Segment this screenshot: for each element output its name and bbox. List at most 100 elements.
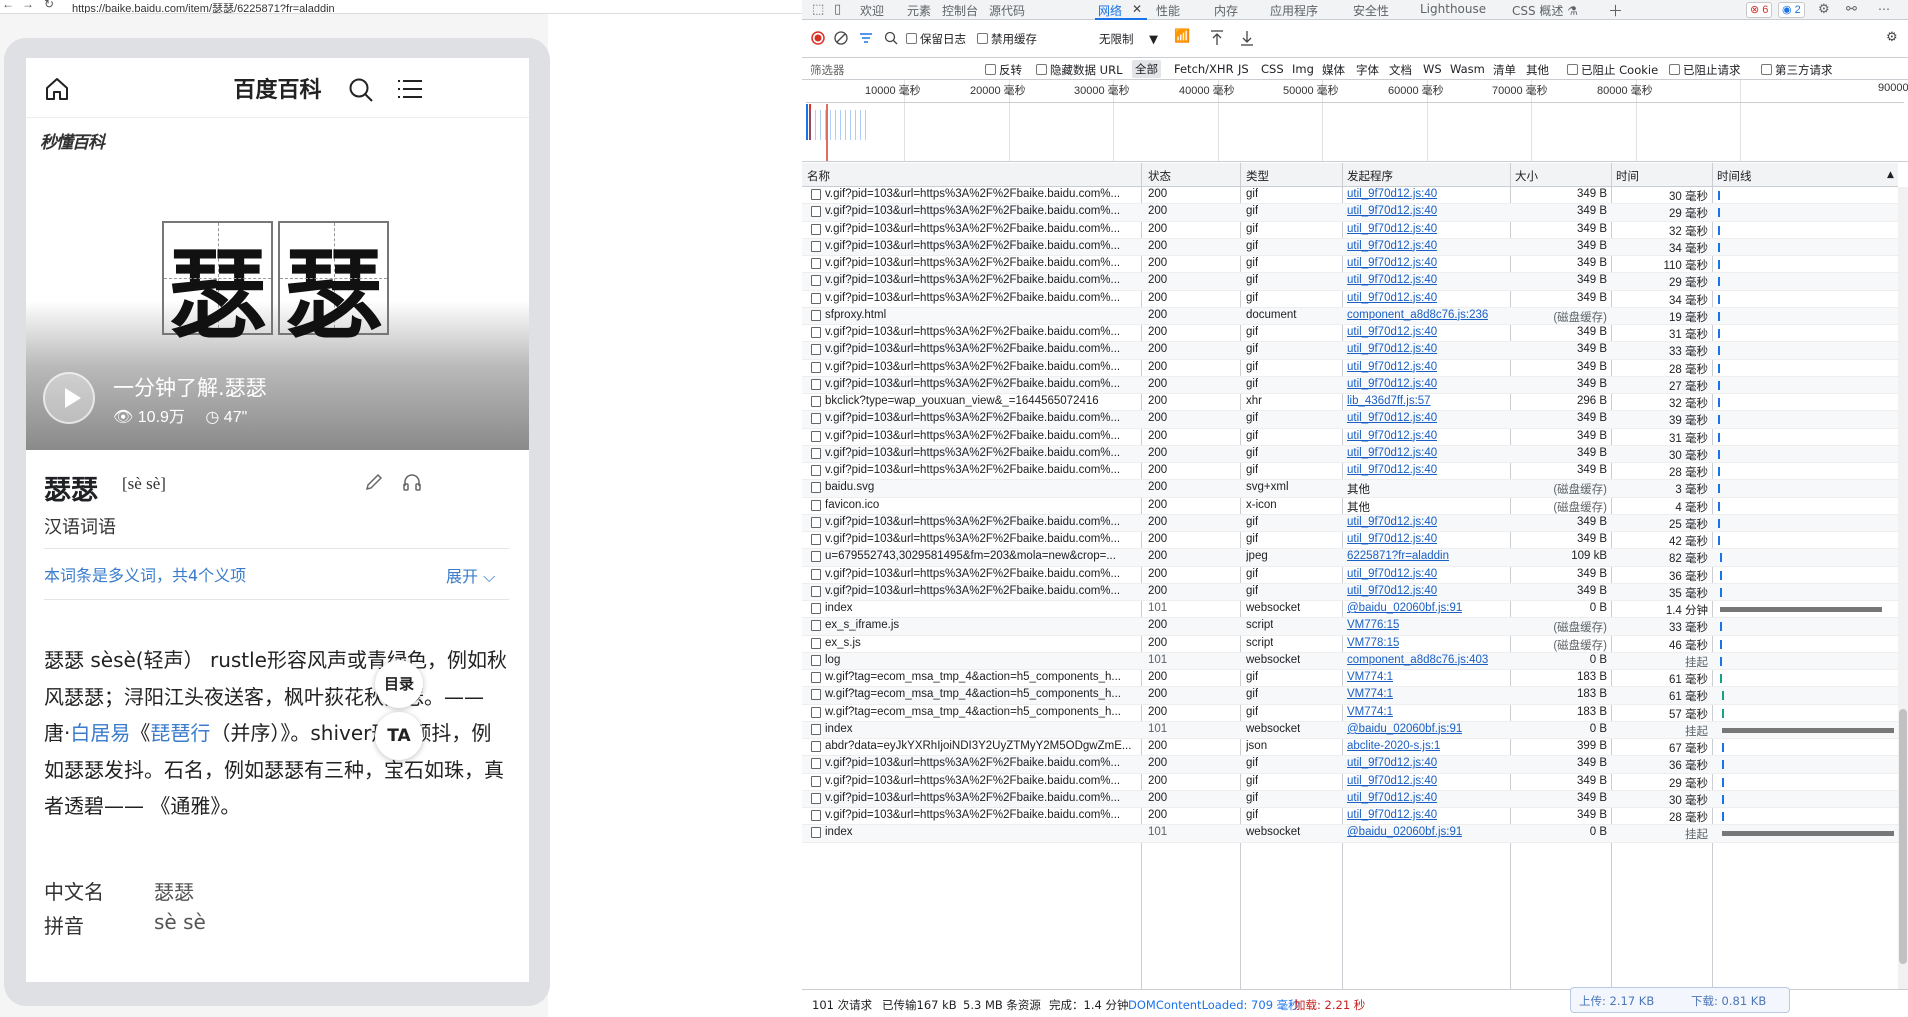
menu-icon[interactable]	[398, 79, 422, 99]
play-icon[interactable]	[43, 372, 95, 424]
preserve-log-checkbox[interactable]: 保留日志	[906, 31, 966, 47]
request-initiator[interactable]: util_9f70d12.js:40	[1347, 292, 1437, 304]
type-filter-all[interactable]: 全部	[1132, 60, 1161, 78]
table-row[interactable]: abdr?data=eyJkYXRhIjoiNDI3Y2UyZTMyY2M5OD…	[802, 739, 1898, 757]
tab-application[interactable]: 应用程序	[1270, 2, 1318, 19]
tab-performance[interactable]: 性能	[1156, 2, 1180, 19]
table-row[interactable]: index 101 websocket @baidu_02060bf.js:91 0 B…	[802, 601, 1898, 619]
table-row[interactable]: v.gif?pid=103&url=https%3A%2F%2Fbaike.ba…	[802, 808, 1898, 826]
blocked-requests-checkbox[interactable]: 已阻止请求	[1669, 62, 1741, 78]
message-badge[interactable]: ◉ 2	[1778, 2, 1805, 18]
timeline-overview[interactable]: 10000 毫秒 20000 毫秒 30000 毫秒 40000 毫秒 5000…	[802, 80, 1908, 162]
tab-welcome[interactable]: 欢迎	[860, 2, 884, 19]
table-row[interactable]: v.gif?pid=103&url=https%3A%2F%2Fbaike.ba…	[802, 445, 1898, 463]
type-filter-fetch-xhr[interactable]: Fetch/XHR	[1174, 62, 1234, 76]
export-har-icon[interactable]	[1240, 30, 1254, 46]
customize-icon[interactable]: ⚯	[1846, 2, 1857, 17]
tab-sources[interactable]: 源代码	[989, 2, 1025, 19]
request-initiator[interactable]: lib_436d7ff.js:57	[1347, 395, 1431, 407]
request-initiator[interactable]: util_9f70d12.js:40	[1347, 223, 1437, 235]
request-initiator[interactable]: util_9f70d12.js:40	[1347, 430, 1437, 442]
table-row[interactable]: bkclick?type=wap_youxuan_view&_=16445650…	[802, 394, 1898, 412]
third-party-checkbox[interactable]: 第三方请求	[1761, 62, 1833, 78]
column-header-time[interactable]: 时间	[1616, 168, 1639, 184]
request-initiator[interactable]: util_9f70d12.js:40	[1347, 447, 1437, 459]
reload-icon[interactable]: ↻	[44, 0, 54, 11]
table-row[interactable]: v.gif?pid=103&url=https%3A%2F%2Fbaike.ba…	[802, 187, 1898, 205]
type-filter-ws[interactable]: WS	[1423, 62, 1442, 76]
table-row[interactable]: ex_s_iframe.js 200 script VM776:15 (磁盘缓存) 33 …	[802, 618, 1898, 636]
tab-network[interactable]: 网络	[1098, 2, 1122, 19]
column-header-name[interactable]: 名称	[807, 168, 830, 184]
table-row[interactable]: v.gif?pid=103&url=https%3A%2F%2Fbaike.ba…	[802, 273, 1898, 291]
request-initiator[interactable]: VM774:1	[1347, 706, 1393, 718]
request-initiator[interactable]: util_9f70d12.js:40	[1347, 361, 1437, 373]
request-initiator[interactable]: util_9f70d12.js:40	[1347, 568, 1437, 580]
search-icon[interactable]	[348, 77, 374, 103]
request-initiator[interactable]: util_9f70d12.js:40	[1347, 757, 1437, 769]
request-initiator[interactable]: component_a8d8c76.js:403	[1347, 654, 1488, 666]
settings-icon[interactable]: ⚙	[1818, 2, 1830, 17]
tab-memory[interactable]: 内存	[1214, 2, 1238, 19]
tab-css-overview[interactable]: CSS 概述 ⚗	[1512, 2, 1578, 19]
link-baijuyi[interactable]: 白居易	[70, 721, 130, 745]
table-row[interactable]: v.gif?pid=103&url=https%3A%2F%2Fbaike.ba…	[802, 756, 1898, 774]
search-icon[interactable]	[884, 31, 898, 45]
add-tab-icon[interactable]: ＋	[1608, 0, 1623, 21]
table-row[interactable]: v.gif?pid=103&url=https%3A%2F%2Fbaike.ba…	[802, 222, 1898, 239]
request-initiator[interactable]: util_9f70d12.js:40	[1347, 274, 1437, 286]
type-filter-doc[interactable]: 文档	[1389, 62, 1412, 78]
table-row[interactable]: index 101 websocket @baidu_02060bf.js:91 0 B…	[802, 721, 1898, 739]
device-toolbar-icon[interactable]: ▯	[834, 2, 841, 17]
type-filter-js[interactable]: JS	[1238, 62, 1249, 76]
request-initiator[interactable]: util_9f70d12.js:40	[1347, 516, 1437, 528]
table-row[interactable]: u=679552743,3029581495&fm=203&mola=new&c…	[802, 549, 1898, 567]
request-initiator[interactable]: util_9f70d12.js:40	[1347, 343, 1437, 355]
column-header-type[interactable]: 类型	[1246, 168, 1269, 184]
tab-elements[interactable]: 元素	[907, 2, 931, 19]
table-row[interactable]: v.gif?pid=103&url=https%3A%2F%2Fbaike.ba…	[802, 360, 1898, 377]
table-row[interactable]: v.gif?pid=103&url=https%3A%2F%2Fbaike.ba…	[802, 514, 1898, 532]
table-row[interactable]: v.gif?pid=103&url=https%3A%2F%2Fbaike.ba…	[802, 376, 1898, 394]
tab-console[interactable]: 控制台	[942, 2, 978, 19]
filter-icon[interactable]	[859, 31, 873, 45]
sort-up-icon[interactable]: ▲	[1887, 170, 1894, 180]
blocked-cookies-checkbox[interactable]: 已阻止 Cookie	[1567, 62, 1658, 78]
request-initiator[interactable]: util_9f70d12.js:40	[1347, 792, 1437, 804]
table-row[interactable]: index 101 websocket @baidu_02060bf.js:91 0 B…	[802, 825, 1898, 843]
request-initiator[interactable]: util_9f70d12.js:40	[1347, 585, 1437, 597]
request-initiator[interactable]: util_9f70d12.js:40	[1347, 412, 1437, 424]
table-row[interactable]: v.gif?pid=103&url=https%3A%2F%2Fbaike.ba…	[802, 429, 1898, 446]
request-initiator[interactable]: @baidu_02060bf.js:91	[1347, 826, 1462, 838]
tab-security[interactable]: 安全性	[1353, 2, 1389, 19]
ta-button[interactable]: TA	[375, 712, 423, 760]
type-filter-wasm[interactable]: Wasm	[1450, 62, 1485, 76]
table-row[interactable]: w.gif?tag=ecom_msa_tmp_4&action=h5_compo…	[802, 687, 1898, 705]
table-row[interactable]: favicon.ico 200 x-icon 其他 (磁盘缓存) 4 毫秒	[802, 498, 1898, 515]
table-row[interactable]: v.gif?pid=103&url=https%3A%2F%2Fbaike.ba…	[802, 291, 1898, 308]
toc-button[interactable]: 目录	[375, 660, 423, 708]
table-row[interactable]: log 101 websocket component_a8d8c76.js:403 0…	[802, 652, 1898, 670]
request-initiator[interactable]: 6225871?fr=aladdin	[1347, 550, 1449, 562]
table-row[interactable]: ex_s.js 200 script VM778:15 (磁盘缓存) 46 毫秒	[802, 636, 1898, 653]
table-row[interactable]: v.gif?pid=103&url=https%3A%2F%2Fbaike.ba…	[802, 411, 1898, 429]
scrollbar[interactable]	[1898, 187, 1908, 989]
request-initiator[interactable]: abclite-2020-s.js:1	[1347, 740, 1440, 752]
hide-data-url-checkbox[interactable]: 隐藏数据 URL	[1036, 62, 1122, 78]
table-row[interactable]: v.gif?pid=103&url=https%3A%2F%2Fbaike.ba…	[802, 325, 1898, 343]
request-initiator[interactable]: util_9f70d12.js:40	[1347, 464, 1437, 476]
back-icon[interactable]: ←	[2, 0, 14, 11]
polysemy-note[interactable]: 本词条是多义词，共4个义项	[44, 562, 246, 586]
table-row[interactable]: v.gif?pid=103&url=https%3A%2F%2Fbaike.ba…	[802, 567, 1898, 584]
table-row[interactable]: v.gif?pid=103&url=https%3A%2F%2Fbaike.ba…	[802, 774, 1898, 791]
request-initiator[interactable]: @baidu_02060bf.js:91	[1347, 602, 1462, 614]
table-row[interactable]: v.gif?pid=103&url=https%3A%2F%2Fbaike.ba…	[802, 583, 1898, 601]
disable-cache-checkbox[interactable]: 禁用缓存	[977, 31, 1037, 47]
url-text[interactable]: https://baike.baidu.com/item/瑟瑟/6225871?…	[72, 0, 335, 13]
scrollbar-thumb[interactable]	[1899, 709, 1907, 964]
request-initiator[interactable]: @baidu_02060bf.js:91	[1347, 723, 1462, 735]
column-header-initiator[interactable]: 发起程序	[1347, 168, 1393, 184]
expand-button[interactable]: 展开 ⌵	[446, 563, 495, 587]
request-initiator[interactable]: component_a8d8c76.js:236	[1347, 309, 1488, 321]
record-stop-icon[interactable]	[811, 31, 825, 45]
